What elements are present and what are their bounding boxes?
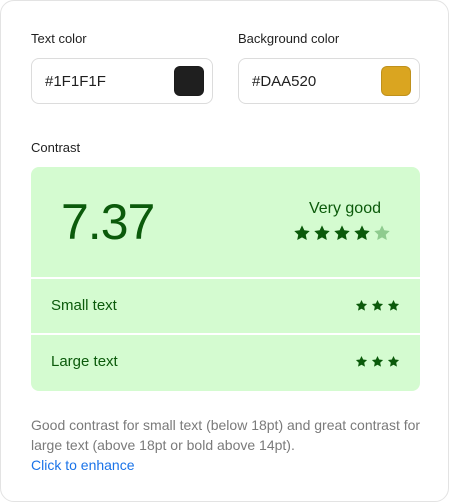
star-icon bbox=[314, 225, 330, 241]
background-color-value[interactable]: #DAA520 bbox=[252, 73, 381, 90]
star-icon bbox=[334, 225, 350, 241]
contrast-label: Contrast bbox=[31, 140, 81, 155]
small-text-stars bbox=[355, 299, 400, 312]
star-icon bbox=[355, 355, 368, 367]
rating-stars bbox=[293, 224, 391, 242]
star-icon bbox=[371, 355, 384, 367]
star-icon bbox=[354, 225, 370, 241]
background-color-input[interactable]: #DAA520 bbox=[238, 58, 420, 104]
contrast-panel: 7.37 Very good Small text Large text bbox=[31, 167, 420, 391]
star-icon bbox=[371, 299, 384, 311]
background-color-label: Background color bbox=[238, 31, 340, 46]
star-icon bbox=[374, 225, 390, 241]
large-text-stars bbox=[355, 355, 400, 368]
enhance-link[interactable]: Click to enhance bbox=[31, 455, 135, 475]
text-color-input[interactable]: #1F1F1F bbox=[31, 58, 213, 104]
contrast-checker-card: Text color #1F1F1F Background color #DAA… bbox=[0, 0, 449, 502]
contrast-rating: Very good bbox=[308, 200, 381, 217]
star-icon bbox=[294, 225, 310, 241]
contrast-summary: 7.37 Very good bbox=[31, 167, 420, 277]
small-text-label: Small text bbox=[51, 297, 117, 314]
text-color-swatch[interactable] bbox=[174, 66, 204, 96]
star-icon bbox=[355, 299, 368, 311]
contrast-description: Good contrast for small text (below 18pt… bbox=[31, 417, 421, 453]
star-icon bbox=[387, 355, 400, 367]
small-text-row: Small text bbox=[31, 279, 420, 333]
background-color-swatch[interactable] bbox=[381, 66, 411, 96]
text-color-label: Text color bbox=[31, 31, 87, 46]
large-text-label: Large text bbox=[51, 353, 118, 370]
text-color-value[interactable]: #1F1F1F bbox=[45, 73, 174, 90]
star-icon bbox=[387, 299, 400, 311]
contrast-ratio: 7.37 bbox=[61, 194, 155, 250]
large-text-row: Large text bbox=[31, 335, 420, 389]
